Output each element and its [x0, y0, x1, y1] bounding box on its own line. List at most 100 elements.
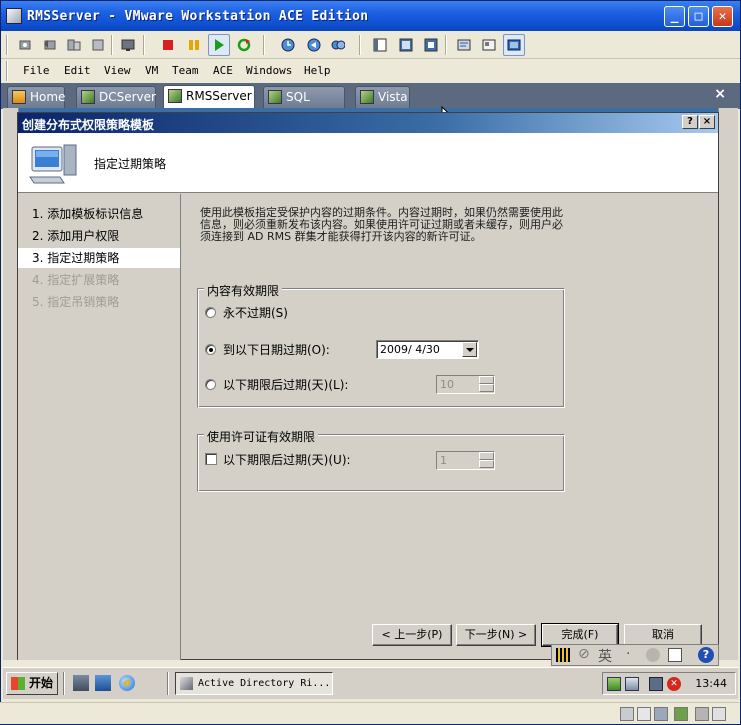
background-window-scrollbar [718, 108, 738, 660]
expire-after-days-radio[interactable] [205, 379, 216, 390]
menu-file[interactable]: File [23, 64, 50, 77]
ime-grip-icon[interactable] [556, 648, 570, 662]
wizard-step-nav: 1. 添加模板标识信息 2. 添加用户权限 3. 指定过期策略 4. 指定扩展策… [18, 194, 181, 660]
spin-up-icon [479, 452, 494, 460]
cancel-button[interactable]: 取消 [624, 624, 702, 646]
minimize-button[interactable]: _ [664, 6, 685, 27]
ime-disable-icon[interactable]: ⊘ [578, 646, 590, 662]
usb-icon[interactable] [695, 707, 709, 721]
next-button[interactable]: 下一步(N) > [456, 624, 536, 646]
take-snapshot-icon[interactable] [277, 34, 299, 56]
ime-language-mode[interactable]: 英 [598, 646, 612, 666]
hard-disk-icon[interactable] [620, 707, 634, 721]
vmware-titlebar[interactable]: RMSServer - VMware Workstation ACE Editi… [1, 1, 740, 31]
never-expire-radio[interactable] [205, 307, 216, 318]
reset-icon[interactable] [233, 34, 255, 56]
intro-text: 使用此模板指定受保护内容的过期条件。内容过期时，如果仍然需要使用此信息，则必须重… [200, 206, 563, 243]
maximize-button[interactable]: □ [688, 6, 709, 27]
summary-view-icon[interactable] [453, 34, 475, 56]
power-on-icon[interactable] [208, 34, 230, 56]
help-button[interactable]: ? [682, 115, 698, 129]
taskbar-task-active-directory[interactable]: Active Directory Ri... [175, 672, 333, 695]
menu-ace[interactable]: ACE [213, 64, 233, 77]
tray-security-alert-icon[interactable]: ✕ [667, 677, 681, 691]
back-button[interactable]: < 上一步(P) [372, 624, 452, 646]
server-manager-icon[interactable] [73, 675, 89, 691]
sidebar-view-icon[interactable] [369, 34, 391, 56]
computer-icon [29, 144, 77, 184]
expiry-date-picker[interactable]: 2009/ 4/30 [376, 340, 479, 359]
cdrom-icon[interactable] [637, 707, 651, 721]
chevron-down-icon[interactable] [462, 342, 477, 357]
wizard-content: 使用此模板指定受保护内容的过期条件。内容过期时，如果仍然需要使用此信息，则必须重… [182, 194, 718, 614]
revert-icon[interactable] [303, 34, 325, 56]
clock: 13:44 [695, 677, 727, 690]
manage-snapshots-icon[interactable] [327, 34, 349, 56]
expire-after-days-label: 以下期限后过期(天)(L): [223, 378, 349, 392]
tray-display-icon[interactable] [649, 677, 663, 691]
ime-keyboard-icon[interactable] [668, 648, 682, 662]
tab-rmsserver[interactable]: RMSServer [163, 85, 255, 109]
ime-settings-icon[interactable] [646, 648, 660, 662]
appliance-view-icon[interactable] [478, 34, 500, 56]
full-screen-icon[interactable] [395, 34, 417, 56]
start-button[interactable]: 开始 [6, 672, 58, 695]
dialog-close-button[interactable]: × [699, 115, 715, 129]
spin-down-icon [479, 460, 494, 468]
vmware-menubar: File Edit View VM Team ACE Windows Help [1, 59, 740, 83]
group-label: 使用许可证有效期限 [204, 428, 319, 445]
ime-toolbar: ⊘ 英 · ? [551, 644, 719, 666]
tab-sql-2005[interactable]: SQL 2005 [263, 86, 345, 124]
power-off-icon[interactable] [157, 34, 179, 56]
menu-team[interactable]: Team [172, 64, 199, 77]
floppy-icon[interactable] [654, 707, 668, 721]
capture-icon[interactable] [87, 34, 109, 56]
menu-view[interactable]: View [104, 64, 131, 77]
quick-switch-icon[interactable] [420, 34, 442, 56]
step-revocation-policy: 5. 指定吊销策略 [32, 295, 120, 309]
console-icon[interactable] [117, 34, 139, 56]
tray-vmware-tools-icon[interactable] [607, 677, 621, 691]
help-icon[interactable]: ? [698, 647, 714, 663]
step-add-template-info[interactable]: 1. 添加模板标识信息 [18, 204, 180, 224]
license-days-stepper: 1 [436, 451, 495, 470]
step-expiration-policy[interactable]: 3. 指定过期策略 [18, 248, 180, 268]
template-wizard-dialog: 创建分布式权限策略模板 ? × 指定过期策略 1. 添加模板标识信息 2. 添加… [17, 112, 719, 660]
suspend-icon[interactable] [183, 34, 205, 56]
page-title: 指定过期策略 [94, 157, 167, 171]
network-adapter-icon[interactable] [674, 707, 688, 721]
revert-snapshot-icon[interactable] [39, 34, 61, 56]
group-label: 内容有效期限 [204, 282, 283, 299]
menu-edit[interactable]: Edit [64, 64, 91, 77]
system-tray: ✕ 13:44 [602, 672, 736, 695]
menu-help[interactable]: Help [304, 64, 331, 77]
step-add-user-rights[interactable]: 2. 添加用户权限 [18, 226, 180, 246]
expire-on-date-radio[interactable] [205, 344, 216, 355]
close-tab-icon[interactable]: × [714, 86, 726, 102]
dialog-titlebar[interactable]: 创建分布式权限策略模板 ? × [18, 113, 718, 133]
menu-windows[interactable]: Windows [246, 64, 292, 77]
finish-button[interactable]: 完成(F) [541, 623, 619, 647]
snapshot-manager-icon[interactable] [63, 34, 85, 56]
toolbar-grip [6, 35, 8, 55]
app-icon [180, 677, 193, 690]
snapshot-icon[interactable] [15, 34, 37, 56]
internet-explorer-icon[interactable]: e [119, 675, 135, 691]
vm-icon [360, 90, 374, 104]
console-view-icon[interactable] [503, 34, 525, 56]
ime-punct-icon[interactable]: · [626, 646, 630, 662]
tray-network-icon[interactable] [625, 677, 639, 691]
license-expiration-group: 使用许可证有效期限 以下期限后过期(天)(U): 1 [197, 428, 565, 492]
menu-vm[interactable]: VM [145, 64, 158, 77]
sound-icon[interactable] [712, 707, 726, 721]
tab-dcserver[interactable]: DCServer [76, 86, 156, 108]
tab-vista[interactable]: Vista [355, 86, 410, 108]
vm-icon [81, 90, 95, 104]
vm-icon [168, 89, 182, 103]
license-expire-checkbox[interactable] [205, 453, 217, 465]
tab-home[interactable]: Home [7, 86, 65, 108]
show-desktop-icon[interactable] [95, 675, 111, 691]
dialog-title: 创建分布式权限策略模板 [22, 118, 155, 132]
spin-down-icon [479, 384, 494, 392]
close-button[interactable]: ✕ [712, 6, 733, 27]
